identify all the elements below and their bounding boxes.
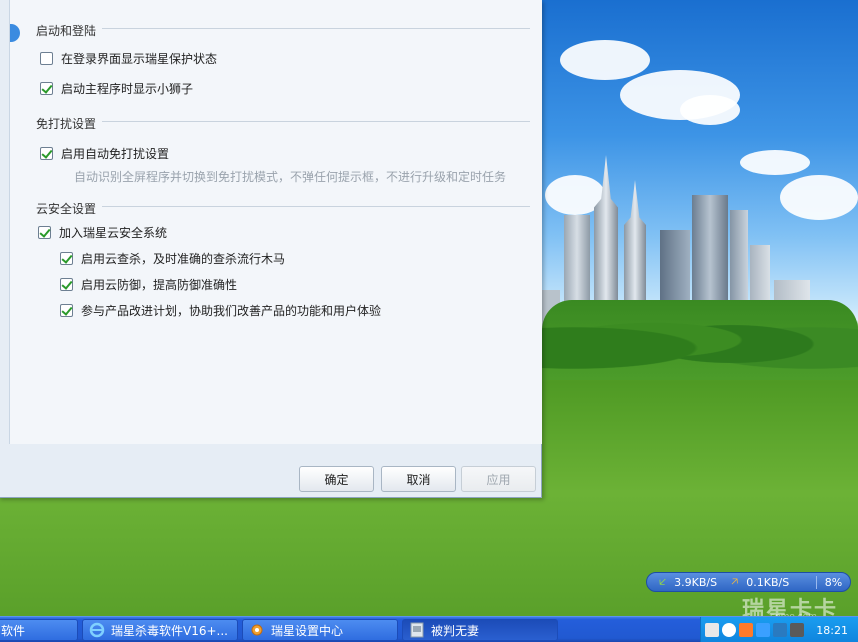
option-show-lion[interactable]: 启动主程序时显示小狮子 <box>40 80 193 97</box>
divider <box>102 206 530 207</box>
back-icon[interactable] <box>722 623 736 637</box>
option-cloud-defense[interactable]: 启用云防御，提高防御准确性 <box>60 276 237 293</box>
taskbar-item-label: 被判无妻 <box>431 623 480 638</box>
dnd-hint-text: 自动识别全屏程序并切换到免打扰模式，不弹任何提示框，不进行升级和定时任务 <box>74 170 507 184</box>
volume-icon[interactable] <box>739 623 753 637</box>
gear-icon <box>249 622 265 638</box>
upload-speed: 0.1KB/S <box>746 575 790 589</box>
option-label: 启用自动免打扰设置 <box>61 147 170 161</box>
taskbar-item-software[interactable]: 软件 <box>0 619 78 641</box>
cloud <box>560 40 650 80</box>
checkbox[interactable] <box>40 52 53 65</box>
divider <box>102 121 530 122</box>
taskbar-item-settings-center[interactable]: 瑞星设置中心 <box>242 619 398 641</box>
section-title-startup: 启动和登陆 <box>36 24 97 38</box>
cpu-percent: 8% <box>816 575 850 589</box>
checkbox[interactable] <box>40 82 53 95</box>
option-label: 启用云查杀，及时准确的查杀流行木马 <box>81 252 286 266</box>
option-label: 启用云防御，提高防御准确性 <box>81 278 238 292</box>
system-tray: 18:21 <box>700 617 858 642</box>
option-label: 加入瑞星云安全系统 <box>59 226 168 240</box>
apply-button[interactable]: 应用 <box>461 466 536 492</box>
settings-panel: 启动和登陆 在登录界面显示瑞星保护状态 启动主程序时显示小狮子 免打扰设置 启用… <box>9 0 542 444</box>
tree-line <box>542 300 858 380</box>
cancel-button[interactable]: 取消 <box>381 466 456 492</box>
shield-icon[interactable] <box>790 623 804 637</box>
checkbox[interactable] <box>60 304 73 317</box>
option-label: 在登录界面显示瑞星保护状态 <box>61 52 218 66</box>
clock[interactable]: 18:21 <box>816 624 848 637</box>
option-cloud-scan[interactable]: 启用云查杀，及时准确的查杀流行木马 <box>60 250 285 267</box>
download-arrow-icon: 🡧 <box>659 574 667 588</box>
taskbar-item-label: 瑞星设置中心 <box>271 623 344 638</box>
option-label: 启动主程序时显示小狮子 <box>61 82 194 96</box>
divider <box>102 28 530 29</box>
document-icon <box>409 622 425 638</box>
option-label: 参与产品改进计划，协助我们改善产品的功能和用户体验 <box>81 304 382 318</box>
checkbox[interactable] <box>38 226 51 239</box>
checkbox[interactable] <box>40 147 53 160</box>
taskbar-item-document[interactable]: 被判无妻 <box>402 619 558 641</box>
option-show-protection-status[interactable]: 在登录界面显示瑞星保护状态 <box>40 50 217 67</box>
taskbar-item-label: 软件 <box>1 623 26 638</box>
taskbar-item-label: 瑞星杀毒软件V16+... <box>111 623 228 638</box>
checkbox[interactable] <box>60 252 73 265</box>
ie-icon <box>89 622 105 638</box>
settings-dialog: 启动和登陆 在登录界面显示瑞星保护状态 启动主程序时显示小狮子 免打扰设置 启用… <box>0 0 542 498</box>
checkbox[interactable] <box>60 278 73 291</box>
nav-indicator <box>10 24 20 42</box>
option-improvement-plan[interactable]: 参与产品改进计划，协助我们改善产品的功能和用户体验 <box>60 302 381 319</box>
section-title-do-not-disturb: 免打扰设置 <box>36 117 97 131</box>
taskbar: 软件 瑞星杀毒软件V16+... 瑞星设置中心 被判无妻 18:21 <box>0 616 858 642</box>
download-speed: 3.9KB/S <box>674 575 718 589</box>
option-join-cloud[interactable]: 加入瑞星云安全系统 <box>38 224 167 241</box>
taskbar-item-rising-antivirus[interactable]: 瑞星杀毒软件V16+... <box>82 619 238 641</box>
keyboard-icon[interactable] <box>705 623 719 637</box>
upload-arrow-icon: 🡥 <box>731 574 739 588</box>
cloud <box>680 95 740 125</box>
network-icon[interactable] <box>756 623 770 637</box>
option-auto-dnd[interactable]: 启用自动免打扰设置 <box>40 145 169 162</box>
rising-lion-icon[interactable] <box>773 623 787 637</box>
network-monitor[interactable]: 🡧 3.9KB/S 🡥 0.1KB/S 8% <box>646 572 851 592</box>
ok-button[interactable]: 确定 <box>299 466 374 492</box>
section-title-cloud-security: 云安全设置 <box>36 202 97 216</box>
